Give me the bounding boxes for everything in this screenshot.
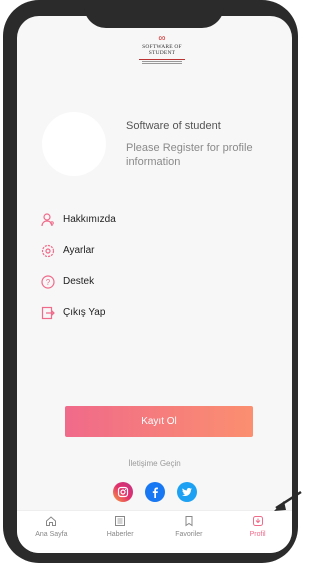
menu-item-logout[interactable]: Çıkış Yap <box>41 297 116 328</box>
menu-item-label: Ayarlar <box>63 245 95 256</box>
phone-notch <box>84 0 224 28</box>
svg-text:?: ? <box>46 278 51 287</box>
nav-label: Haberler <box>106 531 134 538</box>
logo-mark-icon: ∞ <box>158 33 166 44</box>
nav-label: Favoriler <box>175 531 203 538</box>
menu-item-support[interactable]: ? Destek <box>41 266 116 297</box>
bookmark-icon <box>183 515 195 527</box>
profile-menu: Hakkımızda Ayarlar ? Destek Çıkış Yap <box>41 204 116 328</box>
menu-item-settings[interactable]: Ayarlar <box>41 235 116 266</box>
logo-divider <box>142 63 182 64</box>
nav-item-news[interactable]: Haberler <box>86 511 155 553</box>
register-button[interactable]: Kayıt Ol <box>65 406 253 437</box>
app-screen: ∞ SOFTWARE OF STUDENT Software of studen… <box>17 16 292 553</box>
social-links <box>17 482 292 502</box>
nav-item-favorites[interactable]: Favoriler <box>155 511 224 553</box>
menu-item-label: Hakkımızda <box>63 214 116 225</box>
instagram-icon[interactable] <box>112 482 133 502</box>
home-icon <box>45 515 57 527</box>
user-icon <box>41 212 55 227</box>
nav-label: Profil <box>249 531 266 538</box>
help-icon: ? <box>41 274 55 289</box>
profile-name: Software of student <box>126 120 221 132</box>
gear-icon <box>41 244 55 258</box>
app-logo: ∞ SOFTWARE OF STUDENT <box>132 34 192 86</box>
news-icon <box>114 515 126 527</box>
logout-icon <box>41 306 55 320</box>
profile-header: Software of student Please Register for … <box>17 98 292 178</box>
profile-icon <box>252 515 264 527</box>
logo-text-line2: STUDENT <box>148 50 176 56</box>
logo-divider <box>139 59 185 60</box>
nav-item-home[interactable]: Ana Sayfa <box>17 511 86 553</box>
menu-item-about[interactable]: Hakkımızda <box>41 204 116 235</box>
menu-item-label: Çıkış Yap <box>63 307 106 318</box>
avatar[interactable] <box>42 112 106 176</box>
pointer-arrow-icon <box>274 490 302 511</box>
menu-item-label: Destek <box>63 276 95 287</box>
facebook-icon[interactable] <box>144 482 165 502</box>
profile-info: Please Register for profile information <box>126 142 253 168</box>
logo-divider <box>142 61 182 62</box>
nav-label: Ana Sayfa <box>35 531 68 538</box>
bottom-navigation: Ana Sayfa Haberler Favoriler Profil <box>17 510 292 553</box>
contact-label: İletişime Geçin <box>128 459 181 468</box>
twitter-icon[interactable] <box>176 482 197 502</box>
phone-frame: ∞ SOFTWARE OF STUDENT Software of studen… <box>3 0 298 563</box>
